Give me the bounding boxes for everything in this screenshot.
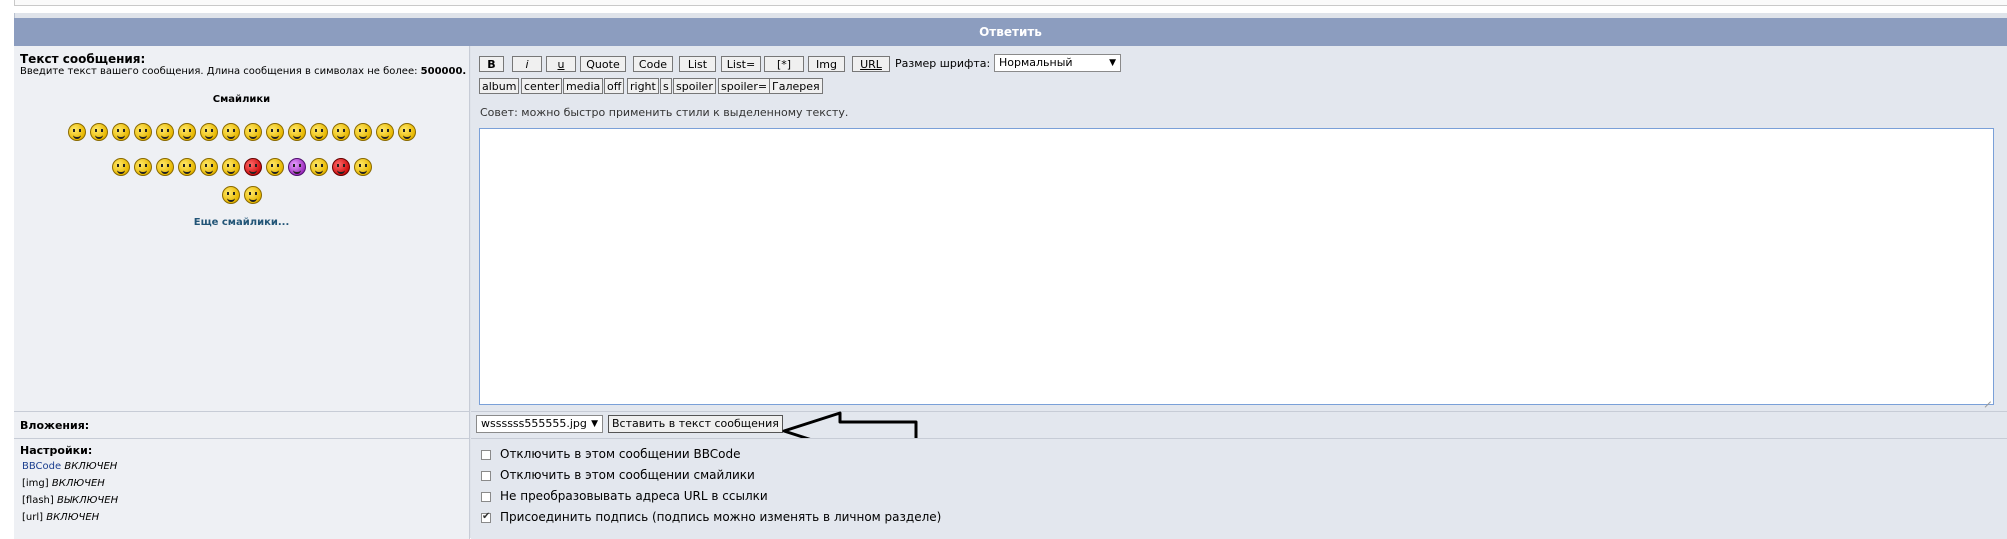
- settings-label: Настройки:: [20, 444, 93, 457]
- smiley-icon[interactable]: [111, 158, 130, 176]
- smiley-icon[interactable]: [331, 123, 350, 141]
- insert-attachment-button[interactable]: Вставить в текст сообщения: [608, 415, 783, 433]
- smiley-icon[interactable]: [177, 123, 196, 141]
- chevron-down-icon: ▼: [591, 419, 598, 429]
- bbcode-link[interactable]: BBCode: [22, 461, 61, 472]
- message-label: Текст сообщения:: [20, 52, 146, 66]
- code-button[interactable]: Code: [633, 56, 673, 72]
- smiley-icon[interactable]: [243, 123, 262, 141]
- resize-handle-icon[interactable]: [1983, 394, 1991, 402]
- smiley-icon[interactable]: [397, 123, 416, 141]
- formatting-tip: Совет: можно быстро применить стили к вы…: [480, 106, 849, 119]
- attachments-label: Вложения:: [20, 419, 90, 432]
- smiley-icon[interactable]: [375, 123, 394, 141]
- underline-button[interactable]: u: [546, 56, 576, 72]
- setting-url: [url] ВКЛЮЧЕН: [22, 512, 100, 523]
- smiley-icon[interactable]: [199, 158, 218, 176]
- smiley-icon[interactable]: [221, 186, 240, 204]
- disable-smilies-checkbox[interactable]: [481, 471, 491, 481]
- attachment-select[interactable]: wssssss555555.jpg ▼: [476, 415, 603, 433]
- smiley-icon[interactable]: [133, 123, 152, 141]
- smiley-icon[interactable]: [243, 158, 262, 176]
- spoiler-button[interactable]: spoiler: [673, 78, 716, 94]
- chevron-down-icon: ▼: [1109, 58, 1116, 68]
- smiley-icon[interactable]: [155, 123, 174, 141]
- smiley-icon[interactable]: [177, 158, 196, 176]
- attach-signature-checkbox[interactable]: [481, 511, 491, 523]
- bold-button[interactable]: B: [479, 56, 504, 72]
- font-size-select[interactable]: Нормальный ▼: [994, 54, 1121, 72]
- message-hint: Введите текст вашего сообщения. Длина со…: [20, 66, 467, 77]
- album-button[interactable]: album: [479, 78, 520, 94]
- smilies-row-2: [14, 158, 469, 176]
- smiley-icon[interactable]: [67, 123, 86, 141]
- attach-signature-label: Присоединить подпись (подпись можно изме…: [500, 510, 942, 524]
- disable-bbcode-label: Отключить в этом сообщении BBCode: [500, 447, 741, 461]
- strike-button[interactable]: s: [660, 78, 672, 94]
- media-button[interactable]: media: [563, 78, 604, 94]
- smiley-icon[interactable]: [265, 158, 284, 176]
- quote-button[interactable]: Quote: [580, 56, 626, 72]
- center-button[interactable]: center: [521, 78, 563, 94]
- message-textarea[interactable]: [479, 128, 1994, 405]
- disable-bbcode-checkbox[interactable]: [481, 450, 491, 460]
- smiley-icon[interactable]: [287, 123, 306, 141]
- smiley-icon[interactable]: [309, 123, 328, 141]
- spoiler-param-button[interactable]: spoiler=: [718, 78, 771, 94]
- smiley-icon[interactable]: [309, 158, 328, 176]
- list-item-button[interactable]: [*]: [764, 56, 804, 72]
- smilies-title: Смайлики: [212, 94, 271, 105]
- right-button[interactable]: right: [627, 78, 659, 94]
- smiley-icon[interactable]: [199, 123, 218, 141]
- smiley-icon[interactable]: [155, 158, 174, 176]
- smiley-icon[interactable]: [331, 158, 350, 176]
- italic-button[interactable]: i: [512, 56, 542, 72]
- smiley-icon[interactable]: [353, 123, 372, 141]
- gallery-button[interactable]: Галерея: [769, 78, 823, 94]
- setting-img: [img] ВКЛЮЧЕН: [22, 478, 105, 489]
- smiley-icon[interactable]: [111, 123, 130, 141]
- form-header: Ответить: [14, 18, 2007, 46]
- smiley-icon[interactable]: [287, 158, 306, 176]
- url-button[interactable]: URL: [852, 56, 890, 72]
- smiley-icon[interactable]: [265, 123, 284, 141]
- smiley-icon[interactable]: [353, 158, 372, 176]
- smilies-row-1: [14, 123, 469, 141]
- smilies-row-3: [14, 186, 469, 204]
- list-button[interactable]: List: [679, 56, 716, 72]
- smiley-icon[interactable]: [221, 158, 240, 176]
- smiley-icon[interactable]: [89, 123, 108, 141]
- smiley-icon[interactable]: [133, 158, 152, 176]
- more-smilies-link[interactable]: Еще смайлики...: [14, 217, 469, 228]
- img-button[interactable]: Img: [808, 56, 845, 72]
- attachments-label-cell: Вложения:: [14, 411, 470, 438]
- font-size-label: Размер шрифта:: [895, 57, 991, 70]
- smiley-icon[interactable]: [243, 186, 262, 204]
- setting-bbcode: BBCode ВКЛЮЧЕН: [22, 461, 118, 472]
- disable-urls-label: Не преобразовывать адреса URL в ссылки: [500, 489, 768, 503]
- top-strip: [0, 0, 2007, 13]
- disable-smilies-label: Отключить в этом сообщении смайлики: [500, 468, 755, 482]
- off-button[interactable]: off: [604, 78, 625, 94]
- message-label-cell: Текст сообщения: Введите текст вашего со…: [14, 46, 470, 411]
- smiley-icon[interactable]: [221, 123, 240, 141]
- list-ordered-button[interactable]: List=: [721, 56, 761, 72]
- setting-flash: [flash] ВЫКЛЮЧЕН: [22, 495, 119, 506]
- disable-urls-checkbox[interactable]: [481, 492, 491, 502]
